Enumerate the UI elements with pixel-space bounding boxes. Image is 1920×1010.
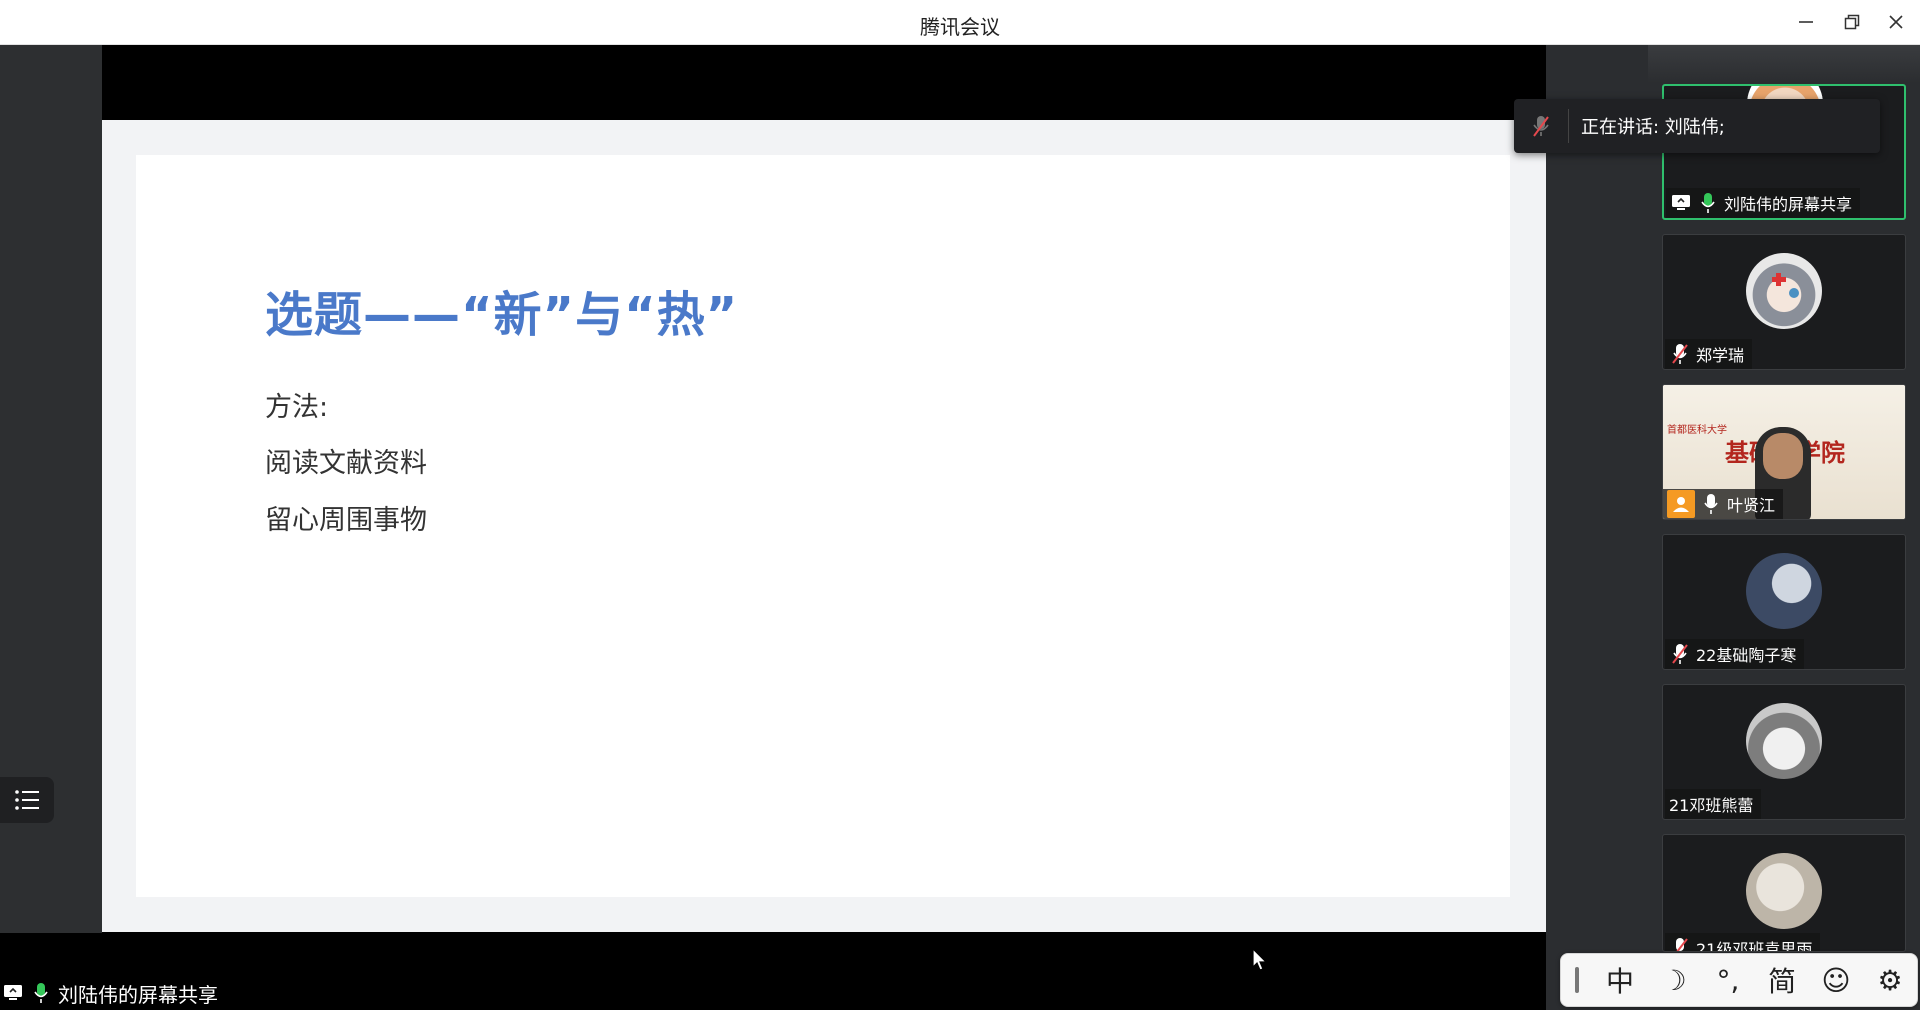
participant-name: 21邓班熊蕾: [1669, 796, 1754, 815]
restore-button[interactable]: [1838, 8, 1866, 36]
participant-name: 郑学瑞: [1696, 346, 1745, 365]
presenter-label: 刘陆伟的屏幕共享: [0, 978, 218, 1008]
mic-on-icon: [1697, 192, 1719, 214]
divider: [1568, 109, 1569, 143]
slide-title: 选题——“新”与“热”: [265, 287, 739, 343]
avatar: [1746, 553, 1822, 629]
slide-line-observe: 留心周围事物: [265, 505, 427, 536]
avatar: [1746, 253, 1822, 329]
minimize-icon: [1799, 21, 1813, 23]
close-button[interactable]: [1882, 8, 1910, 36]
participant-name: 刘陆伟的屏幕共享: [1724, 195, 1853, 214]
list-icon: [15, 790, 39, 810]
mic-muted-icon: [1669, 643, 1691, 665]
participant-tile[interactable]: 郑学瑞: [1662, 234, 1906, 370]
ime-toolbar: 中 ☽ °, 简 ☺ ⚙: [1560, 953, 1918, 1007]
ime-drag-handle[interactable]: [1575, 967, 1579, 993]
speaking-text: 正在讲话: 刘陆伟;: [1581, 117, 1725, 138]
slide-line-read: 阅读文献资料: [265, 448, 427, 479]
participant-name: 叶贤江: [1727, 496, 1776, 515]
presentation-slide: 选题——“新”与“热” 方法: 阅读文献资料 留心周围事物: [136, 155, 1510, 897]
participant-label: 21邓班熊蕾: [1665, 789, 1762, 819]
avatar: [1746, 703, 1822, 779]
mic-muted-icon: [1669, 937, 1691, 951]
participant-tile[interactable]: 21级邓班袁思雨: [1662, 834, 1906, 952]
ime-settings-icon[interactable]: ⚙: [1863, 953, 1917, 1007]
participant-label: 叶贤江: [1663, 489, 1784, 519]
mouse-cursor-icon: [1252, 947, 1268, 976]
slide-list-button[interactable]: [0, 777, 54, 823]
gallery-gap: [1546, 45, 1648, 1010]
participant-tile[interactable]: 22基础陶子寒: [1662, 534, 1906, 670]
speaking-notification: 正在讲话: 刘陆伟;: [1514, 99, 1880, 153]
minimize-button[interactable]: [1792, 8, 1820, 36]
share-bottom-bar: [0, 933, 1546, 1010]
participant-tile-video[interactable]: 首都医科大学 基础医学院 叶贤江: [1662, 384, 1906, 520]
person-face: [1763, 433, 1803, 479]
participant-label: 21级邓班袁思雨: [1665, 933, 1821, 952]
ime-simplified-button[interactable]: 简: [1755, 953, 1809, 1007]
video-caption-small: 首都医科大学: [1667, 425, 1727, 436]
ime-moon-icon[interactable]: ☽: [1647, 953, 1701, 1007]
mic-muted-icon: [1514, 114, 1568, 138]
restore-icon: [1844, 14, 1860, 30]
participant-label: 刘陆伟的屏幕共享: [1666, 188, 1861, 218]
participant-label: 22基础陶子寒: [1665, 639, 1805, 669]
presenter-name: 刘陆伟的屏幕共享: [58, 982, 218, 1007]
mic-on-icon: [30, 982, 52, 1004]
ime-punctuation-button[interactable]: °,: [1701, 953, 1755, 1007]
mic-muted-icon: [1669, 343, 1691, 365]
ime-emoji-icon[interactable]: ☺: [1809, 953, 1863, 1007]
participant-name: 21级邓班袁思雨: [1696, 940, 1813, 952]
title-bar: 腾讯会议: [0, 0, 1920, 45]
mic-on-icon: [1700, 493, 1722, 515]
slide-line-method: 方法:: [265, 392, 329, 423]
screen-share-icon: [2, 982, 24, 1004]
participant-name: 22基础陶子寒: [1696, 646, 1797, 665]
left-margin: [0, 45, 102, 1010]
person-icon: [1667, 490, 1695, 518]
participant-label: 郑学瑞: [1665, 339, 1753, 369]
avatar: [1746, 853, 1822, 929]
screen-share-icon: [1670, 192, 1692, 214]
close-icon: [1889, 15, 1903, 29]
ime-chinese-mode-button[interactable]: 中: [1593, 953, 1647, 1007]
participant-panel-header: [1648, 45, 1920, 83]
participant-tile[interactable]: 21邓班熊蕾: [1662, 684, 1906, 820]
window-title: 腾讯会议: [920, 15, 1000, 39]
